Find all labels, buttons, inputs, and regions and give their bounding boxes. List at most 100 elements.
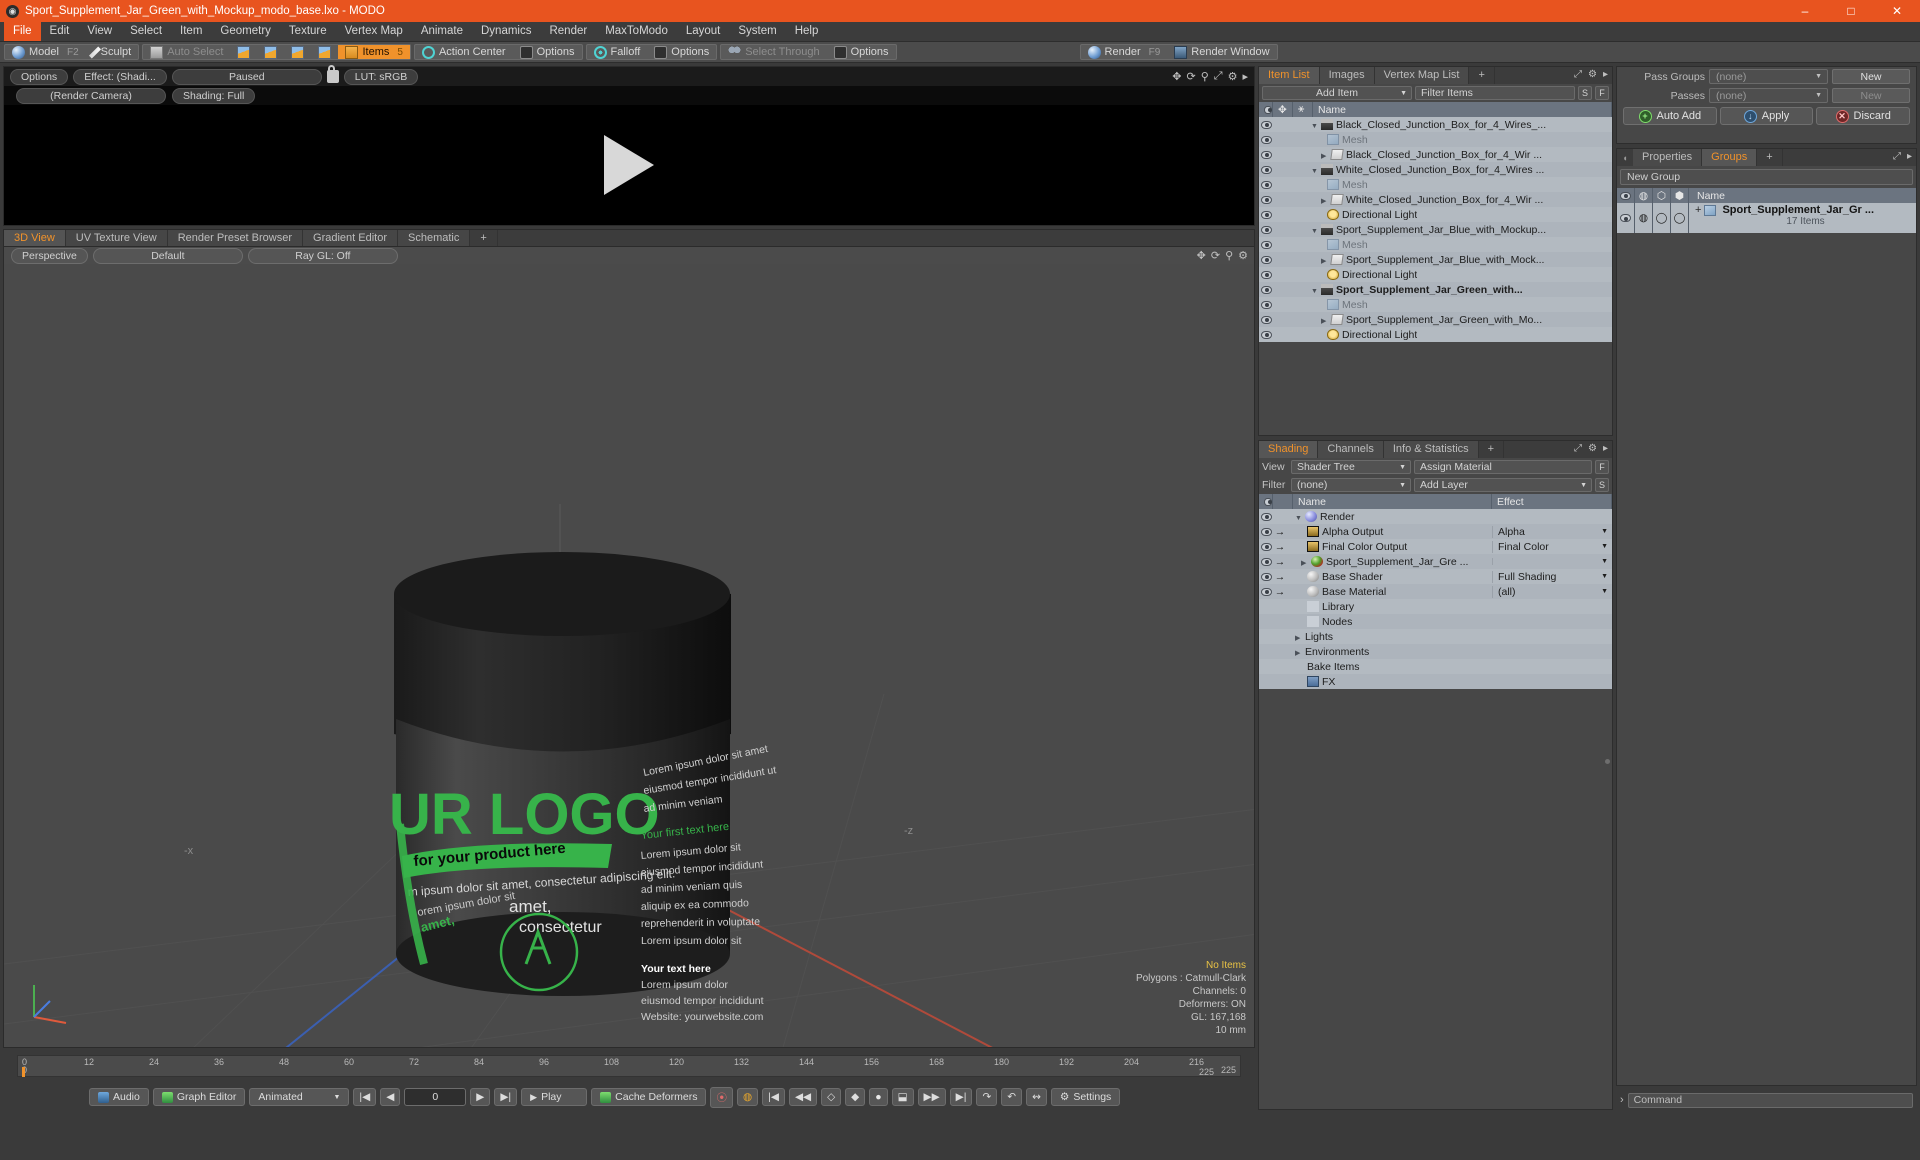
select-through-options-button[interactable]: Options bbox=[827, 45, 896, 59]
auto-add-button[interactable]: + Auto Add bbox=[1623, 107, 1717, 125]
visibility-icon[interactable] bbox=[1260, 512, 1272, 521]
effect-cell[interactable]: ▼ bbox=[1492, 558, 1612, 565]
table-row[interactable]: → Base Material (all) ▼ bbox=[1259, 584, 1612, 599]
menu-item-animate[interactable]: Animate bbox=[412, 22, 472, 41]
perspective-dropdown[interactable]: Perspective bbox=[11, 247, 88, 264]
play-icon[interactable] bbox=[604, 135, 654, 195]
unlock-icon[interactable] bbox=[326, 65, 339, 83]
visibility-icon[interactable] bbox=[1260, 120, 1272, 129]
visibility-icon[interactable] bbox=[1260, 180, 1272, 189]
select-toggle-icon[interactable]: ◯ bbox=[1653, 203, 1671, 233]
table-row[interactable]: ◍ ◯ ◯ + Sport_Supplement_Jar_Gr ... 17 I… bbox=[1617, 203, 1916, 233]
visibility-icon[interactable] bbox=[1260, 587, 1272, 596]
tab-properties[interactable]: Properties bbox=[1633, 149, 1703, 166]
cache-deformers-button[interactable]: Cache Deformers bbox=[591, 1088, 707, 1106]
shader-tree-dropdown[interactable]: Shader Tree ▼ bbox=[1291, 460, 1411, 474]
menu-item-help[interactable]: Help bbox=[786, 22, 828, 41]
effect-cell[interactable]: Alpha ▼ bbox=[1492, 525, 1612, 538]
groups-table-body[interactable]: ◍ ◯ ◯ + Sport_Supplement_Jar_Gr ... 17 I… bbox=[1617, 203, 1916, 233]
table-row[interactable]: ▶ Sport_Supplement_Jar_Green_with_Mo... bbox=[1259, 312, 1612, 327]
visibility-icon[interactable] bbox=[1260, 135, 1272, 144]
preview-lut-dropdown[interactable]: LUT: sRGB bbox=[343, 68, 419, 85]
go-to-start-button[interactable]: |◀ bbox=[353, 1088, 377, 1106]
tab-render-preset-browser[interactable]: Render Preset Browser bbox=[167, 230, 304, 246]
visibility-icon[interactable] bbox=[1260, 527, 1272, 536]
visibility-icon[interactable] bbox=[1260, 315, 1272, 324]
menu-item-layout[interactable]: Layout bbox=[677, 22, 730, 41]
next-key-button-2[interactable]: ▶| bbox=[949, 1088, 973, 1106]
tab-images[interactable]: Images bbox=[1319, 67, 1375, 84]
move-icon-2[interactable]: ✥ bbox=[1197, 249, 1206, 262]
table-row[interactable]: ▼ White_Closed_Junction_Box_for_4_Wires .… bbox=[1259, 162, 1612, 177]
passes-new-button[interactable]: New bbox=[1832, 88, 1910, 103]
menu-item-geometry[interactable]: Geometry bbox=[211, 22, 280, 41]
key-del-button[interactable]: ◆ bbox=[845, 1088, 866, 1106]
tab-vertex-map-list[interactable]: Vertex Map List bbox=[1374, 67, 1470, 84]
settings-button[interactable]: ⚙ Settings bbox=[1050, 1088, 1121, 1106]
key-lock-button[interactable]: ⬓ bbox=[891, 1088, 914, 1106]
table-row[interactable]: Directional Light bbox=[1259, 267, 1612, 282]
visibility-icon[interactable] bbox=[1260, 225, 1272, 234]
step-back-button[interactable]: ◀ bbox=[380, 1088, 401, 1106]
expand-triangle-icon[interactable]: ▶ bbox=[1295, 649, 1305, 657]
item-list-s-button[interactable]: S bbox=[1578, 86, 1592, 100]
playhead[interactable] bbox=[22, 1067, 25, 1077]
table-row[interactable]: Mesh bbox=[1259, 297, 1612, 312]
tab-groups[interactable]: Groups bbox=[1702, 149, 1758, 166]
visibility-icon[interactable] bbox=[1260, 210, 1272, 219]
visibility-icon[interactable] bbox=[1260, 285, 1272, 294]
visibility-icon[interactable] bbox=[1260, 240, 1272, 249]
timeline-track[interactable]: 0 12 24 36 48 60 72 84 96 108 120 132 14… bbox=[17, 1055, 1241, 1077]
render-button[interactable]: Render F9 bbox=[1081, 45, 1168, 59]
lock-toggle-icon[interactable]: ◯ bbox=[1671, 203, 1689, 233]
table-row[interactable]: → Final Color Output Final Color ▼ bbox=[1259, 539, 1612, 554]
shading-s-button[interactable]: S bbox=[1595, 478, 1609, 492]
command-input[interactable]: Command bbox=[1627, 1092, 1913, 1108]
gear-icon-2[interactable]: ⚙ bbox=[1238, 249, 1248, 262]
shading-filter-dropdown[interactable]: (none) ▼ bbox=[1291, 478, 1411, 492]
menu-item-system[interactable]: System bbox=[729, 22, 785, 41]
menu-item-dynamics[interactable]: Dynamics bbox=[472, 22, 540, 41]
discard-button[interactable]: ✕ Discard bbox=[1816, 107, 1911, 125]
visibility-icon[interactable] bbox=[1260, 165, 1272, 174]
table-row[interactable]: ▶ White_Closed_Junction_Box_for_4_Wir ... bbox=[1259, 192, 1612, 207]
table-row[interactable]: Mesh bbox=[1259, 177, 1612, 192]
expand-triangle-icon[interactable]: ▼ bbox=[1311, 288, 1321, 295]
expand-icon-2[interactable]: ⤢ bbox=[1574, 69, 1582, 80]
tab-channels[interactable]: Channels bbox=[1318, 441, 1384, 458]
expand-icon[interactable]: ⤢ bbox=[1214, 70, 1223, 83]
items-mode-button[interactable]: Items 5 bbox=[338, 45, 410, 59]
visibility-icon[interactable] bbox=[1260, 270, 1272, 279]
expand-icon-3[interactable]: ⤢ bbox=[1574, 443, 1582, 454]
assign-material-button[interactable]: Assign Material bbox=[1414, 460, 1592, 474]
gear-icon-5[interactable]: ⚙ bbox=[1588, 443, 1597, 454]
shading-f-button[interactable]: F bbox=[1595, 460, 1609, 474]
expand-triangle-icon[interactable]: ▶ bbox=[1295, 634, 1305, 642]
graph-editor-button[interactable]: Graph Editor bbox=[152, 1088, 246, 1106]
visibility-icon[interactable] bbox=[1260, 195, 1272, 204]
menu-item-maxtomodo[interactable]: MaxToModo bbox=[596, 22, 677, 41]
item-list-f-button[interactable]: F bbox=[1595, 86, 1609, 100]
effect-cell[interactable]: Final Color ▼ bbox=[1492, 540, 1612, 553]
prev-key-button[interactable]: |◀ bbox=[762, 1088, 785, 1106]
auto-select-button[interactable]: Auto Select bbox=[143, 45, 230, 59]
menu-item-item[interactable]: Item bbox=[171, 22, 211, 41]
table-row[interactable]: Library bbox=[1259, 599, 1612, 614]
key-add-button[interactable]: ◇ bbox=[821, 1088, 842, 1106]
curve-out-button[interactable]: ↶ bbox=[1001, 1088, 1023, 1106]
table-row[interactable]: Directional Light bbox=[1259, 207, 1612, 222]
shading-table-body[interactable]: ▼ Render → Alpha Output Alpha ▼ → Final Color… bbox=[1259, 509, 1612, 1109]
shading-mode-dropdown[interactable]: Shading: Full bbox=[172, 87, 256, 104]
tab-groups-add[interactable]: + bbox=[1757, 149, 1783, 166]
table-row[interactable]: ▶ Sport_Supplement_Jar_Blue_with_Mock... bbox=[1259, 252, 1612, 267]
render-camera-dropdown[interactable]: (Render Camera) bbox=[16, 87, 166, 104]
key-options-button[interactable]: ◍ bbox=[736, 1088, 759, 1106]
menu-item-select[interactable]: Select bbox=[121, 22, 171, 41]
expand-triangle-icon[interactable]: ▼ bbox=[1311, 228, 1321, 235]
table-row[interactable]: Directional Light bbox=[1259, 327, 1612, 342]
menu-item-vertex-map[interactable]: Vertex Map bbox=[336, 22, 412, 41]
refresh-icon[interactable]: ⟳ bbox=[1187, 70, 1196, 83]
table-row[interactable]: → Alpha Output Alpha ▼ bbox=[1259, 524, 1612, 539]
curve-both-button[interactable]: ↭ bbox=[1026, 1088, 1047, 1106]
falloff-options-button[interactable]: Options bbox=[647, 45, 716, 59]
